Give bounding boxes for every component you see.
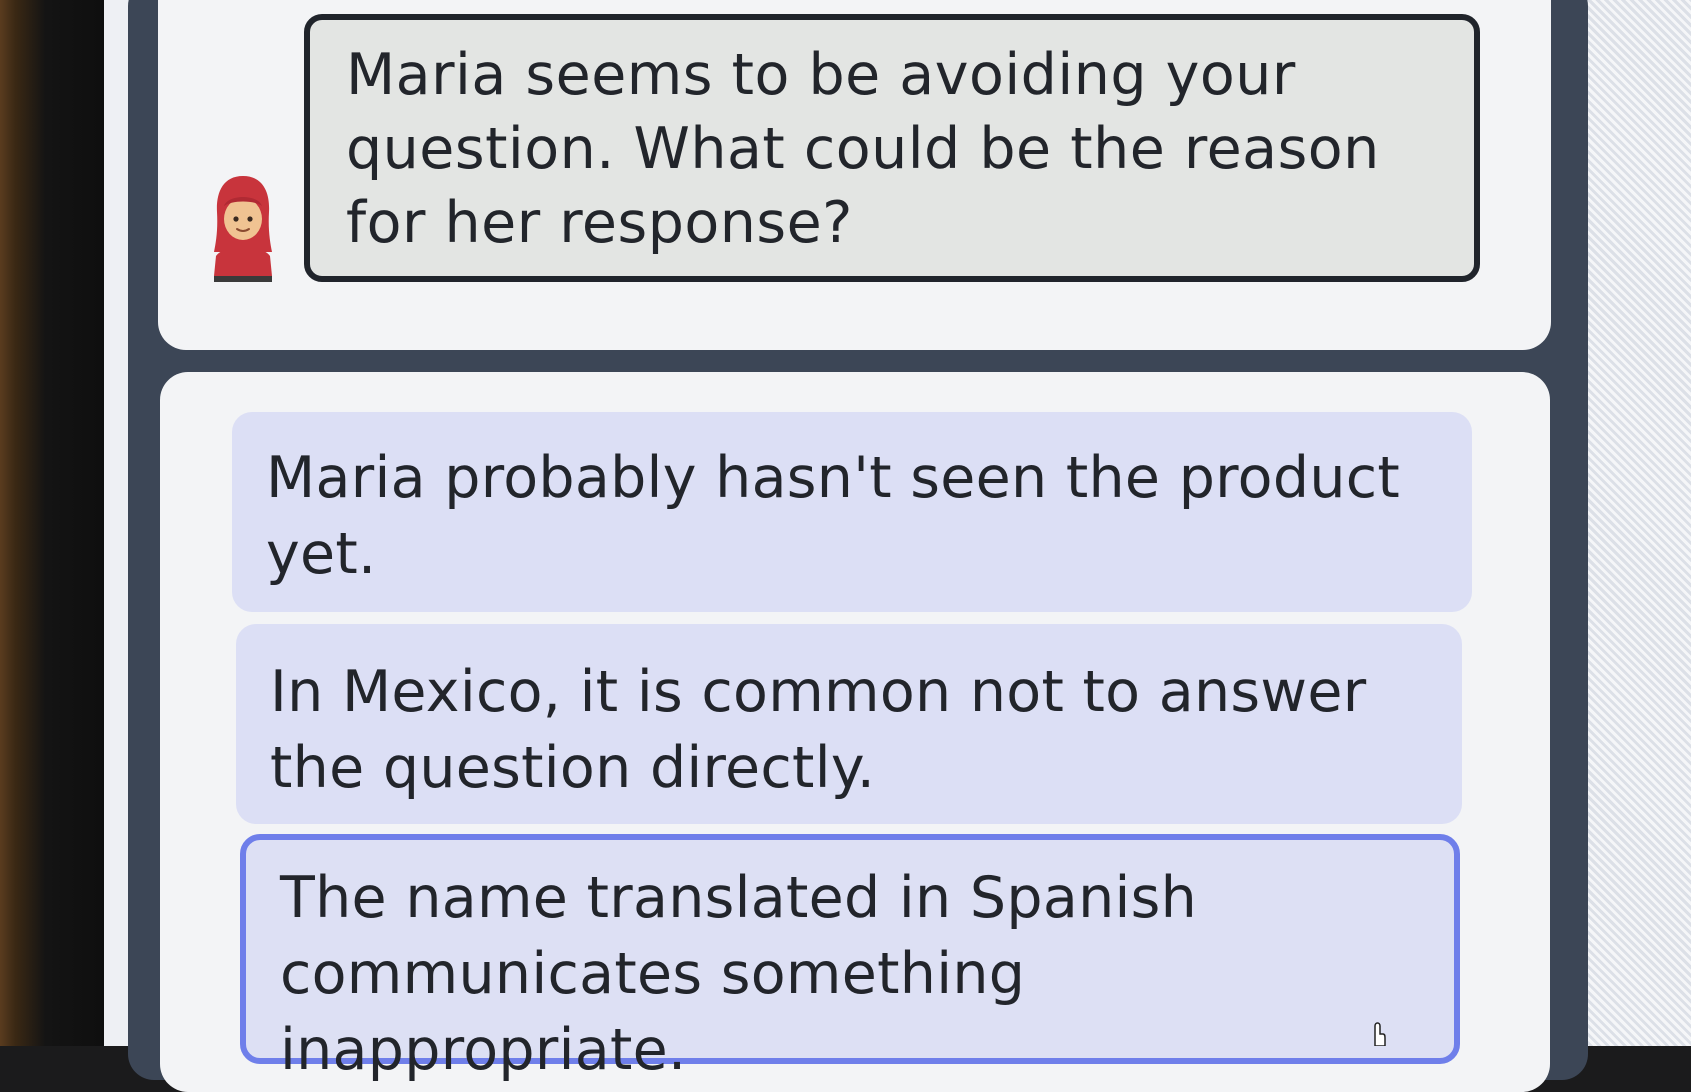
woman-with-headscarf-icon bbox=[210, 172, 276, 282]
question-box: Maria seems to be avoiding your question… bbox=[304, 14, 1480, 282]
screen-glare bbox=[1585, 0, 1691, 1046]
question-text: Maria seems to be avoiding your question… bbox=[346, 42, 1380, 256]
answer-option-3[interactable]: The name translated in Spanish communica… bbox=[240, 834, 1460, 1083]
mouse-cursor-icon bbox=[1372, 1020, 1386, 1047]
answer-option-2[interactable]: In Mexico, it is common not to answer th… bbox=[236, 624, 1462, 824]
answer-option-1[interactable]: Maria probably hasn't seen the product y… bbox=[232, 412, 1472, 612]
